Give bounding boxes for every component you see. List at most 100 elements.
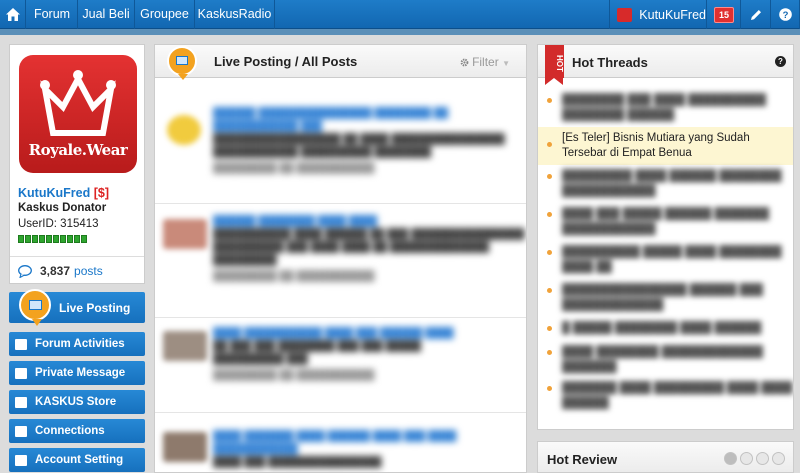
reputation-box bbox=[53, 235, 59, 243]
post-content-blurred: ██████ ████████ ████ ████ ███████████ ██… bbox=[213, 216, 525, 282]
post-count-label: posts bbox=[74, 264, 103, 278]
carousel-indicator bbox=[724, 452, 785, 465]
panel-title: Hot Review bbox=[547, 452, 618, 467]
carousel-dot[interactable] bbox=[740, 452, 753, 465]
reputation-box bbox=[18, 235, 24, 243]
bullet-dot-icon bbox=[547, 98, 552, 103]
notification-count-badge: 15 bbox=[713, 6, 734, 23]
profile-username-text: KutuKuFred bbox=[18, 186, 91, 200]
post-item[interactable]: ██████ ████████████████ ████████ ██ █████… bbox=[155, 79, 526, 204]
hot-thread-item[interactable]: ████████ ███ ████ ██████████ ████████ ███… bbox=[538, 93, 793, 123]
home-icon bbox=[5, 8, 20, 21]
live-posting-bubble-icon bbox=[167, 46, 197, 80]
sidebar-item-label: Forum Activities bbox=[35, 338, 125, 350]
profile-divider bbox=[10, 256, 144, 257]
post-count-value: 3,837 bbox=[40, 264, 71, 278]
reputation-box bbox=[39, 235, 45, 243]
post-count[interactable]: 3,837 posts bbox=[18, 264, 103, 278]
bullet-dot-icon bbox=[547, 386, 552, 391]
sidebar-item-kaskus-store[interactable]: KASKUS Store bbox=[9, 390, 145, 414]
people-icon bbox=[15, 425, 27, 437]
filter-dropdown[interactable]: Filter ▼ bbox=[460, 55, 510, 69]
hot-thread-item[interactable]: ████████████████ ██████ ███ █████████████ bbox=[538, 283, 793, 313]
carousel-dot[interactable] bbox=[756, 452, 769, 465]
create-thread-button[interactable] bbox=[742, 0, 771, 29]
sidebar-item-label: Account Setting bbox=[35, 454, 124, 466]
bullet-dot-icon bbox=[547, 326, 552, 331]
crown-icon bbox=[40, 70, 116, 136]
profile-username[interactable]: KutuKuFred [$] bbox=[18, 186, 109, 200]
hot-thread-item[interactable]: ██████████ █████ ████ ████████ ████ ██ bbox=[538, 245, 793, 275]
hot-flag-icon: HOT bbox=[545, 45, 564, 85]
live-posting-panel: Live Posting / All Posts Filter ▼ ██████… bbox=[154, 44, 527, 473]
post-item[interactable]: ████ ███████ ████ ██████ ████ ███ ████ ██… bbox=[155, 414, 526, 472]
panel-title: Hot Threads bbox=[572, 55, 648, 70]
profile-rank: Kaskus Donator bbox=[18, 202, 107, 214]
hot-thread-item-active[interactable]: [Es Teler] Bisnis Mutiara yang Sudah Ter… bbox=[538, 127, 793, 165]
post-thumbnail bbox=[167, 115, 201, 145]
nav-groupee[interactable]: Groupee bbox=[135, 0, 195, 29]
post-item[interactable]: ██████ ████████ ████ ████ ███████████ ██… bbox=[155, 205, 526, 318]
hot-thread-title: [Es Teler] Bisnis Mutiara yang Sudah Ter… bbox=[562, 132, 750, 159]
user-menu[interactable]: KutuKuFred bbox=[609, 0, 707, 29]
sidebar-item-forum-activities[interactable]: Forum Activities bbox=[9, 332, 145, 356]
reputation-box bbox=[25, 235, 31, 243]
panel-title: Live Posting / All Posts bbox=[214, 54, 358, 69]
cart-icon bbox=[15, 396, 27, 408]
sidebar-item-label: KASKUS Store bbox=[35, 396, 117, 408]
pencil-icon bbox=[751, 9, 761, 20]
sidebar-item-connections[interactable]: Connections bbox=[9, 419, 145, 443]
notification-button[interactable]: 15 bbox=[708, 0, 741, 29]
wrench-icon bbox=[15, 454, 27, 466]
profile-card: Royale.Wear KutuKuFred [$] Kaskus Donato… bbox=[9, 44, 145, 284]
carousel-dot[interactable] bbox=[772, 452, 785, 465]
post-thumbnail bbox=[163, 331, 207, 361]
gear-icon bbox=[460, 58, 469, 67]
reputation-box bbox=[67, 235, 73, 243]
envelope-icon bbox=[15, 367, 27, 379]
sidebar-item-account-setting[interactable]: Account Setting bbox=[9, 448, 145, 472]
post-item[interactable]: ████ ███████████ ████ ███ ██████ ████ ██… bbox=[155, 319, 526, 413]
home-button[interactable] bbox=[0, 0, 26, 29]
topbar-username: KutuKuFred bbox=[639, 7, 706, 22]
post-content-blurred: ██████ ████████████████ ████████ ██ █████… bbox=[213, 108, 505, 174]
hot-review-panel: Hot Review bbox=[537, 441, 794, 473]
reputation-box bbox=[46, 235, 52, 243]
hot-thread-item[interactable]: ████ ████████ █████████████ ███████ bbox=[538, 345, 793, 375]
live-posting-button[interactable]: Live Posting bbox=[9, 289, 145, 326]
bullet-dot-icon bbox=[547, 142, 552, 147]
profile-avatar[interactable]: Royale.Wear bbox=[19, 55, 137, 173]
help-button[interactable]: ? bbox=[771, 0, 800, 29]
live-posting-header: Live Posting / All Posts Filter ▼ bbox=[155, 45, 526, 80]
bullet-dot-icon bbox=[547, 288, 552, 293]
donator-badge: [$] bbox=[93, 186, 109, 200]
help-icon: ? bbox=[778, 8, 792, 21]
filter-label: Filter bbox=[472, 55, 499, 69]
chevron-down-icon: ▼ bbox=[502, 59, 510, 68]
bullet-dot-icon bbox=[547, 174, 552, 179]
hot-thread-item[interactable]: █ █████ ████████ ████ ██████ bbox=[538, 321, 793, 336]
reputation-box bbox=[74, 235, 80, 243]
live-posting-label: Live Posting bbox=[59, 301, 131, 315]
nav-jual-beli[interactable]: Jual Beli bbox=[78, 0, 135, 29]
sidebar-item-label: Private Message bbox=[35, 367, 126, 379]
post-thumbnail bbox=[163, 219, 207, 249]
sidebar-item-private-message[interactable]: Private Message bbox=[9, 361, 145, 385]
bullet-dot-icon bbox=[547, 212, 552, 217]
hot-thread-item[interactable]: █████████ ████ ██████ ████████ ██████████… bbox=[538, 169, 793, 199]
hot-thread-item[interactable]: ████ ███ █████ ██████ ███████ ███████████… bbox=[538, 207, 793, 237]
nav-kaskusradio[interactable]: KaskusRadio bbox=[195, 0, 275, 29]
post-content-blurred: ████ ███████ ████ ██████ ████ ███ ████ ██… bbox=[213, 431, 457, 468]
hot-thread-item[interactable]: ███████ ████ █████████ ████ ████ ██████ bbox=[538, 381, 793, 411]
hot-threads-panel: HOT Hot Threads ? ████████ ███ ████ ████… bbox=[537, 44, 794, 430]
profile-user-id: UserID: 315413 bbox=[18, 218, 99, 230]
help-icon[interactable]: ? bbox=[775, 56, 786, 67]
activity-icon bbox=[15, 338, 27, 350]
post-content-blurred: ████ ███████████ ████ ███ ██████ ████ ██… bbox=[213, 328, 454, 381]
post-thumbnail bbox=[163, 432, 207, 462]
bullet-dot-icon bbox=[547, 350, 552, 355]
carousel-dot[interactable] bbox=[724, 452, 737, 465]
sub-navigation-strip bbox=[0, 29, 800, 35]
reputation-box bbox=[60, 235, 66, 243]
nav-forum[interactable]: Forum bbox=[27, 0, 78, 29]
